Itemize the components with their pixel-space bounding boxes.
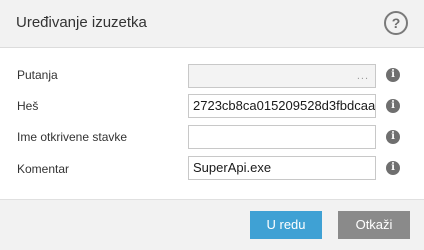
edit-exclusion-dialog: Uređivanje izuzetka ? Putanja ... i Heš … [0,0,424,250]
dialog-header: Uređivanje izuzetka ? [0,0,424,48]
dialog-footer: U redu Otkaži [0,199,424,250]
dialog-title: Uređivanje izuzetka [16,14,147,31]
hash-info-icon[interactable]: i [386,99,400,113]
detection-name-info-icon[interactable]: i [386,130,400,144]
comment-info-icon[interactable]: i [386,161,400,175]
path-label: Putanja [17,68,58,82]
comment-field[interactable]: SuperApi.exe [188,156,376,180]
detection-name-label: Ime otkrivene stavke [17,130,128,144]
ok-button[interactable]: U redu [250,211,322,239]
path-info-icon[interactable]: i [386,68,400,82]
browse-dots-icon[interactable]: ... [357,65,369,87]
help-icon[interactable]: ? [384,11,408,35]
hash-label: Heš [17,99,39,113]
hash-field[interactable]: 2723cb8ca015209528d3fbdcaa8011 [188,94,376,118]
comment-label: Komentar [17,162,70,176]
cancel-button[interactable]: Otkaži [338,211,410,239]
detection-name-field[interactable] [188,125,376,149]
path-field[interactable]: ... [188,64,376,88]
